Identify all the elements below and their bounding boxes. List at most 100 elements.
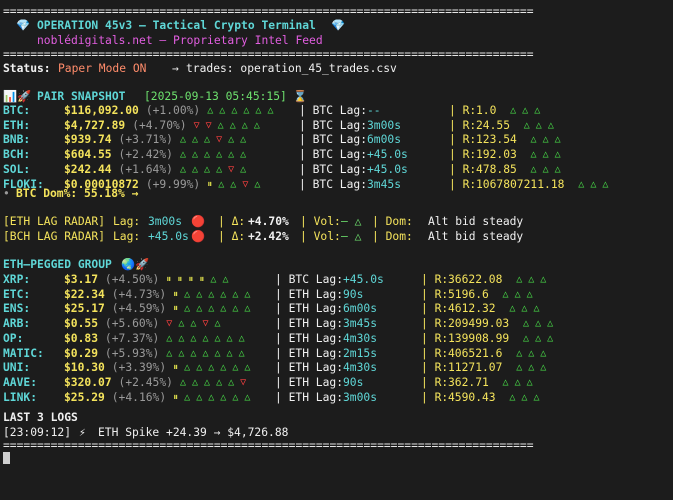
r-trend-indicator: △ △ △ — [516, 272, 552, 287]
lag-value: -- — [367, 104, 381, 117]
pair-change: (+5.93%) — [104, 346, 160, 360]
up-triangle-icon: △ — [220, 391, 233, 403]
up-triangle-icon: △ — [190, 332, 203, 344]
vol-label: | Vol: — [300, 215, 341, 228]
pair-symbol: BTC: — [3, 104, 31, 117]
up-triangle-icon: △ — [184, 362, 197, 374]
up-triangle-icon: △ — [533, 303, 546, 315]
up-triangle-icon: △ — [554, 163, 567, 175]
pause-icon: ⏸ — [173, 362, 185, 374]
up-triangle-icon: △ — [540, 362, 553, 374]
r-label: | R: — [421, 390, 449, 404]
up-triangle-icon: △ — [526, 288, 539, 300]
up-triangle-icon: △ — [222, 274, 235, 285]
pair-price: $604.55 — [64, 148, 112, 162]
lag-value: 90s — [343, 287, 364, 301]
up-triangle-icon: △ — [240, 163, 253, 175]
up-triangle-icon: △ — [228, 134, 241, 146]
pair-change: (+4.16%) — [111, 390, 167, 404]
down-triangle-icon: ▽ — [193, 119, 206, 131]
pair-price: $25.29 — [64, 390, 105, 404]
up-triangle-icon: △ — [590, 178, 603, 190]
up-triangle-icon: △ — [179, 134, 192, 146]
lag-value: 3m00s — [343, 390, 378, 404]
lag-value: 2m15s — [343, 346, 378, 360]
pause-icon: ⏸ — [177, 274, 189, 285]
r-value: 11271.07 — [448, 361, 503, 375]
up-triangle-icon: △ — [220, 303, 233, 315]
pair-symbol: ENS: — [3, 302, 31, 316]
r-trend-indicator: △ △ △ — [531, 162, 567, 177]
up-triangle-icon: △ — [238, 332, 251, 344]
up-triangle-icon: △ — [184, 288, 197, 300]
up-triangle-icon: △ — [216, 163, 229, 175]
arrow-icon: → — [172, 62, 179, 75]
up-triangle-icon: △ — [178, 332, 191, 344]
lag-label: | BTC Lag: — [275, 273, 344, 286]
bullet-icon: • — [3, 187, 10, 200]
up-triangle-icon: △ — [191, 376, 205, 388]
up-triangle-icon: △ — [202, 347, 215, 359]
up-triangle-icon: △ — [191, 134, 205, 146]
r-trend-indicator: △ △ △ — [503, 287, 539, 302]
pair-symbol: LINK: — [3, 390, 38, 404]
up-triangle-icon: △ — [207, 105, 220, 116]
pair-symbol: XRP: — [3, 273, 31, 286]
up-triangle-icon: △ — [240, 134, 253, 146]
logs-title: LAST 3 LOGS — [3, 411, 78, 424]
up-triangle-icon: △ — [521, 303, 534, 315]
dominance-line: • BTC Dom%: 55.18% → — [3, 186, 138, 201]
up-triangle-icon: △ — [191, 149, 205, 161]
radar-tag: [BCH LAG RADAR] — [3, 230, 106, 243]
pause-icon: ⏸ — [173, 288, 185, 300]
up-triangle-icon: △ — [179, 163, 192, 175]
lag-label: | ETH Lag: — [275, 375, 344, 389]
lag-value: +45.0s — [367, 162, 408, 176]
r-value: 123.54 — [476, 133, 517, 147]
r-trend-indicator: △ △ △ — [523, 316, 559, 331]
pair-price: $22.34 — [64, 287, 105, 301]
delta-label: | Δ: — [218, 230, 246, 243]
up-triangle-icon: △ — [254, 178, 267, 190]
up-triangle-icon: △ — [243, 105, 256, 116]
terminal-cursor[interactable] — [3, 452, 10, 464]
up-triangle-icon: △ — [528, 347, 541, 359]
up-triangle-icon: △ — [232, 288, 245, 300]
r-label: | R: — [449, 118, 477, 132]
pause-icon: ⏸ — [166, 274, 178, 285]
down-triangle-icon: ▽ — [166, 318, 179, 330]
bottom-separator: ========================================… — [3, 439, 534, 452]
r-trend-indicator: △ △ △ — [510, 103, 546, 118]
trend-indicator: △ △ △ △ △ △ — [207, 103, 279, 118]
delta-label: | Δ: — [218, 215, 246, 228]
lag-label: | BTC Lag: — [299, 177, 368, 191]
up-triangle-icon: △ — [547, 119, 560, 131]
pair-price: $0.83 — [64, 331, 99, 345]
trend-indicator: △ △ △ △ △ △ △ — [166, 331, 250, 346]
up-triangle-icon: △ — [267, 105, 280, 116]
up-triangle-icon: △ — [547, 332, 560, 344]
up-triangle-icon: △ — [196, 391, 209, 403]
pair-change: (+1.64%) — [118, 162, 173, 176]
vol-value: — △ — [341, 230, 362, 243]
trend-indicator: ⏸ △ △ △ △ △ △ — [173, 301, 256, 316]
lag-label: | BTC Lag: — [299, 118, 368, 132]
up-triangle-icon: △ — [190, 347, 203, 359]
up-triangle-icon: △ — [240, 149, 253, 161]
trend-indicator: ⏸ △ △ △ △ △ △ — [173, 360, 256, 375]
header-subtitle-line: noblédigitals.net — Proprietary Intel Fe… — [3, 33, 323, 48]
up-triangle-icon: △ — [540, 274, 553, 285]
up-triangle-icon: △ — [214, 347, 227, 359]
r-value: 406521.6 — [448, 346, 503, 360]
up-triangle-icon: △ — [510, 105, 523, 116]
r-trend-indicator: △ △ △ — [524, 118, 560, 133]
r-value: 478.85 — [476, 162, 517, 176]
trend-indicator: ▽ ▽ △ △ △ △ — [194, 118, 266, 133]
up-triangle-icon: △ — [228, 376, 241, 388]
lag-value: +45.0s — [343, 273, 384, 286]
up-triangle-icon: △ — [534, 105, 547, 116]
lag-value: 3m00s — [367, 118, 402, 132]
pair-change: (+2.45%) — [118, 375, 173, 389]
r-trend-indicator: △ △ △ — [578, 177, 614, 192]
status-line: Status: Paper Mode ON → trades: operatio… — [3, 61, 397, 76]
